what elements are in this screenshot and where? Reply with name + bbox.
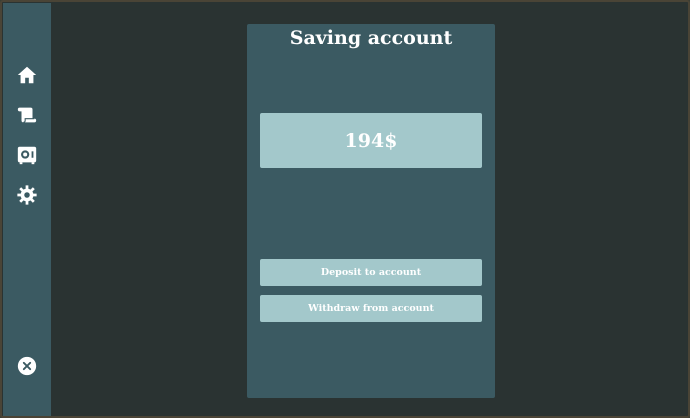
- safe-icon: [17, 146, 37, 165]
- sidebar-item-contracts[interactable]: [16, 104, 38, 126]
- deposit-button[interactable]: Deposit to account: [260, 259, 482, 286]
- app-window: Saving account 194$ Deposit to account W…: [0, 0, 690, 418]
- balance-display: 194$: [260, 113, 482, 168]
- close-icon: [17, 356, 37, 376]
- saving-account-panel: Saving account 194$ Deposit to account W…: [247, 24, 495, 398]
- sidebar: [3, 3, 51, 416]
- home-icon: [17, 66, 37, 84]
- scroll-icon: [17, 107, 37, 123]
- close-button[interactable]: [16, 355, 38, 377]
- balance-value: 194$: [344, 129, 398, 152]
- sidebar-item-home[interactable]: [16, 64, 38, 86]
- sidebar-item-bank[interactable]: [16, 144, 38, 166]
- gear-icon: [17, 185, 37, 205]
- sidebar-item-settings[interactable]: [16, 184, 38, 206]
- withdraw-button[interactable]: Withdraw from account: [260, 295, 482, 322]
- panel-title: Saving account: [289, 27, 453, 49]
